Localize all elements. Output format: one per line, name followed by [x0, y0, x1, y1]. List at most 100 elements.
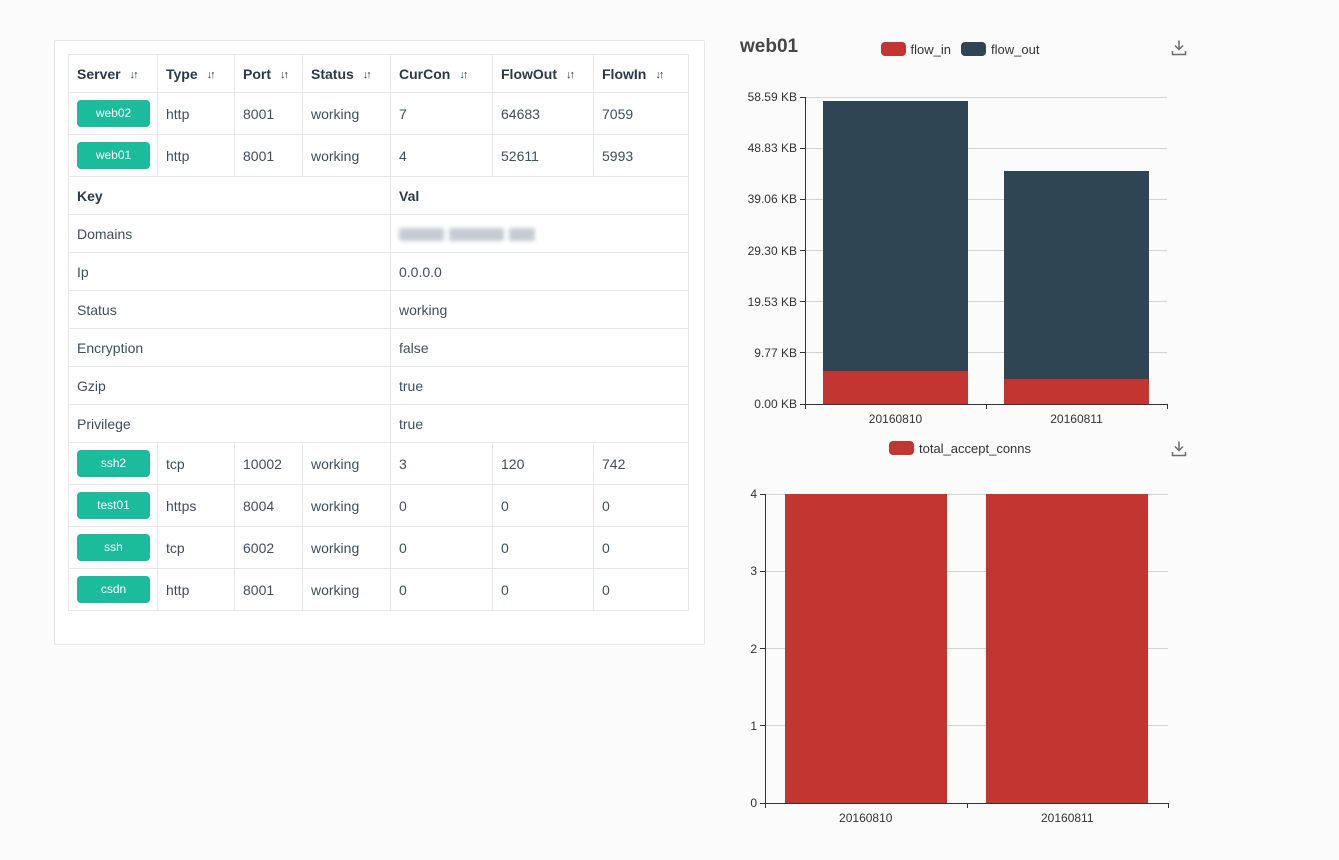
server-button-web02[interactable]: web02 [77, 100, 150, 127]
details-val-header: Val [391, 177, 689, 215]
table-row: csdn http 8001 working 0 0 0 [69, 569, 689, 611]
chart-bar-total_accept_conns[interactable] [785, 494, 947, 803]
detail-key: Privilege [69, 405, 391, 443]
y-axis-tick [760, 803, 765, 804]
sort-icon[interactable]: ↓↑ [130, 69, 137, 81]
flowin-cell: 5993 [594, 135, 689, 177]
details-key-header: Key [69, 177, 391, 215]
type-cell: tcp [158, 527, 235, 569]
flowout-cell: 0 [493, 527, 594, 569]
status-cell: working [303, 527, 391, 569]
port-cell: 8001 [235, 569, 303, 611]
chart-bar-flow_out[interactable] [1004, 171, 1149, 379]
detail-key: Status [69, 291, 391, 329]
flowout-cell: 64683 [493, 93, 594, 135]
server-table: Server↓↑ Type↓↑ Port↓↑ Status↓↑ CurCon↓↑… [68, 54, 689, 611]
sort-icon[interactable]: ↓↑ [363, 69, 370, 81]
legend-item-total-accept-conns[interactable]: total_accept_conns [889, 441, 1031, 456]
curcon-cell: 3 [391, 443, 493, 485]
col-header-port[interactable]: Port ↓↑ [235, 55, 303, 93]
col-header-type[interactable]: Type↓↑ [158, 55, 235, 93]
total-accept-conns-swatch [889, 441, 914, 455]
details-header-row: Key Val [69, 177, 689, 215]
details-row: Encryption false [69, 329, 689, 367]
server-button-ssh[interactable]: ssh [77, 534, 150, 561]
type-cell: http [158, 569, 235, 611]
y-axis-tick [760, 571, 765, 572]
type-cell: tcp [158, 443, 235, 485]
server-cell: web01 [69, 135, 158, 177]
chart-bar-flow_in[interactable] [823, 371, 968, 404]
col-header-status[interactable]: Status↓↑ [303, 55, 391, 93]
x-axis-line [805, 404, 1168, 405]
col-header-server[interactable]: Server↓↑ [69, 55, 158, 93]
y-axis-line [765, 494, 766, 803]
y-axis-label: 39.06 KB [717, 192, 797, 206]
col-header-label: CurCon [399, 66, 450, 82]
server-button-ssh2[interactable]: ssh2 [77, 450, 150, 477]
server-table-card: Server↓↑ Type↓↑ Port↓↑ Status↓↑ CurCon↓↑… [54, 40, 705, 645]
x-axis-label: 20160810 [805, 412, 986, 426]
flowout-cell: 120 [493, 443, 594, 485]
legend-item-flow-in[interactable]: flow_in [881, 42, 951, 57]
y-axis-tick [800, 404, 805, 405]
sort-icon[interactable]: ↓↑ [566, 69, 573, 81]
flowin-cell: 0 [594, 569, 689, 611]
gridline [805, 97, 1167, 98]
server-button-test01[interactable]: test01 [77, 492, 150, 519]
table-row: web02 http 8001 working 7 64683 7059 [69, 93, 689, 135]
detail-key: Gzip [69, 367, 391, 405]
port-cell: 8001 [235, 93, 303, 135]
x-axis-label: 20160811 [967, 811, 1169, 825]
x-axis-label: 20160811 [986, 412, 1167, 426]
y-axis-tick [800, 250, 805, 251]
col-header-label: FlowIn [602, 66, 646, 82]
server-button-csdn[interactable]: csdn [77, 576, 150, 603]
y-axis-tick [800, 97, 805, 98]
detail-value: true [391, 405, 689, 443]
redacted-domain-value [509, 228, 535, 241]
sort-icon[interactable]: ↓↑ [280, 69, 287, 81]
legend-label: total_accept_conns [919, 441, 1031, 456]
curcon-cell: 7 [391, 93, 493, 135]
y-axis-tick [760, 494, 765, 495]
col-header-label: Port [243, 66, 271, 82]
status-cell: working [303, 569, 391, 611]
details-row: Gzip true [69, 367, 689, 405]
flow-in-swatch [881, 42, 906, 56]
curcon-cell: 4 [391, 135, 493, 177]
x-axis-tick [1168, 803, 1169, 808]
save-as-image-icon[interactable] [1168, 37, 1190, 59]
col-header-flowin[interactable]: FlowIn ↓↑ [594, 55, 689, 93]
curcon-cell: 0 [391, 527, 493, 569]
port-cell: 10002 [235, 443, 303, 485]
legend-item-flow-out[interactable]: flow_out [961, 42, 1039, 57]
server-cell: ssh2 [69, 443, 158, 485]
save-as-image-icon[interactable] [1168, 438, 1190, 460]
col-header-label: FlowOut [501, 66, 557, 82]
details-row: Ip 0.0.0.0 [69, 253, 689, 291]
flowout-cell: 0 [493, 485, 594, 527]
y-axis-tick [760, 648, 765, 649]
detail-value: 0.0.0.0 [391, 253, 689, 291]
y-axis-line [805, 97, 806, 404]
server-button-web01[interactable]: web01 [77, 142, 150, 169]
chart-bar-flow_out[interactable] [823, 101, 968, 370]
type-cell: http [158, 93, 235, 135]
y-axis-label: 19.53 KB [717, 295, 797, 309]
chart-bar-flow_in[interactable] [1004, 379, 1149, 404]
server-cell: web02 [69, 93, 158, 135]
table-row: web01 http 8001 working 4 52611 5993 [69, 135, 689, 177]
redacted-domain-value [399, 228, 444, 241]
sort-icon[interactable]: ↓↑ [459, 69, 466, 81]
status-cell: working [303, 443, 391, 485]
chart-bar-total_accept_conns[interactable] [986, 494, 1148, 803]
port-cell: 6002 [235, 527, 303, 569]
col-header-flowout[interactable]: FlowOut ↓↑ [493, 55, 594, 93]
flowin-cell: 0 [594, 527, 689, 569]
sort-icon[interactable]: ↓↑ [207, 69, 214, 81]
port-cell: 8001 [235, 135, 303, 177]
details-row: Domains [69, 215, 689, 253]
sort-icon[interactable]: ↓↑ [655, 69, 662, 81]
col-header-curcon[interactable]: CurCon ↓↑ [391, 55, 493, 93]
